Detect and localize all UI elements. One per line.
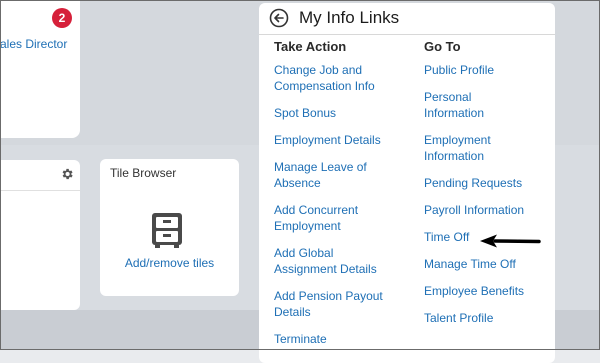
screenshot-border: [0, 0, 600, 350]
